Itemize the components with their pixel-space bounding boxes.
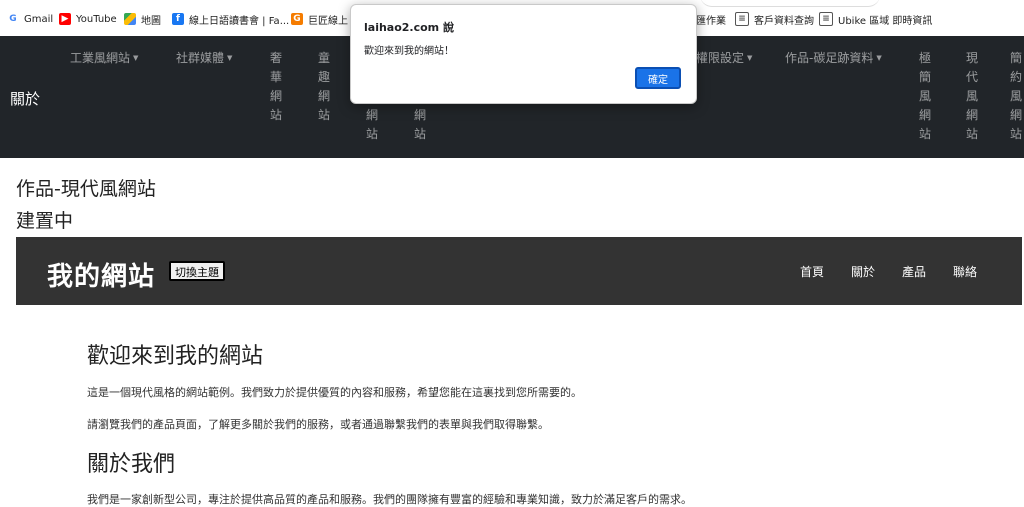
welcome-heading: 歡迎來到我的網站: [87, 344, 264, 369]
nav-char: 風: [1010, 89, 1023, 103]
nav-item-simple[interactable]: 簡 約 風 網 站: [1010, 49, 1024, 144]
bookmark-label: 線上日語讀書會 | Fa...: [189, 15, 290, 27]
site-nav-home[interactable]: 首頁: [800, 263, 824, 280]
nav-char: 童: [318, 51, 331, 65]
nav-char: 網: [966, 108, 979, 122]
bookmark-label: 客戶資料查詢: [754, 15, 814, 27]
nav-dropdown-permissions[interactable]: 權限設定 ▼: [696, 49, 752, 66]
nav-item-hidden-1[interactable]: 網 站: [366, 106, 380, 144]
bookmark-label: 匯作業: [696, 15, 726, 27]
nav-char: 站: [966, 127, 979, 141]
welcome-paragraph-1: 這是一個現代風格的網站範例。我們致力於提供優質的內容和服務，希望您能在這裏找到您…: [87, 386, 582, 399]
bookmark-label: Gmail: [24, 13, 54, 25]
nav-dropdown-social[interactable]: 社群媒體 ▼: [176, 49, 232, 66]
nav-dropdown-label: 社群媒體: [176, 51, 225, 65]
bookmark-label: 地圖: [141, 15, 161, 27]
bookmark-ubike[interactable]: ≡ Ubike 區域 即時資訊: [819, 10, 932, 28]
caret-down-icon: ▼: [876, 54, 882, 62]
nav-char: 站: [414, 127, 427, 141]
bookmark-label: 巨匠線上: [308, 15, 348, 27]
nav-item-minimal[interactable]: 極 簡 風 網 站: [919, 49, 933, 144]
dialog-message: 歡迎來到我的網站！: [364, 46, 454, 57]
nav-char: 網: [919, 108, 932, 122]
tab-strip-edge: [700, 0, 880, 7]
nav-item-hidden-2[interactable]: 網 站: [414, 106, 428, 144]
nav-dropdown-carbon[interactable]: 作品-碳足跡資料 ▼: [785, 49, 882, 66]
site-nav-products[interactable]: 產品: [902, 263, 926, 280]
bookmark-youtube[interactable]: ▶ YouTube: [59, 10, 117, 28]
nav-char: 現: [966, 51, 979, 65]
nav-char: 約: [1010, 70, 1023, 84]
youtube-icon: ▶: [59, 13, 71, 25]
bookmark-label: YouTube: [76, 13, 117, 25]
nav-item-luxury[interactable]: 奢 華 網 站: [270, 49, 284, 125]
bookmark-gmail[interactable]: G Gmail: [7, 10, 53, 28]
bookmark-orange-icon: G: [291, 13, 303, 25]
about-heading: 關於我們: [87, 452, 176, 477]
nav-dropdown-industrial[interactable]: 工業風網站 ▼: [70, 49, 138, 66]
caret-down-icon: ▼: [133, 54, 139, 62]
maps-icon: .: [124, 13, 136, 25]
bookmark-facebook-group[interactable]: f 線上日語讀書會 | Fa...: [172, 10, 289, 28]
bookmark-maps[interactable]: . 地圖: [124, 10, 161, 28]
nav-char: 網: [318, 89, 331, 103]
nav-item-playful[interactable]: 童 趣 網 站: [318, 49, 332, 125]
nav-char: 風: [966, 89, 979, 103]
nav-dropdown-label: 工業風網站: [70, 51, 131, 65]
bookmark-doc-icon: ≡: [819, 12, 833, 26]
nav-char: 站: [1010, 127, 1023, 141]
bookmark-doc-icon: ≡: [735, 12, 749, 26]
toggle-theme-button[interactable]: 切換主題: [169, 261, 225, 281]
ok-button[interactable]: 確定: [635, 67, 681, 89]
nav-item-modern[interactable]: 現 代 風 網 站: [966, 49, 980, 144]
site-nav-contact[interactable]: 聯絡: [953, 263, 977, 280]
dialog-title: laihao2.com 說: [364, 21, 454, 34]
site-logo: 我的網站: [47, 262, 156, 292]
nav-char: 奢: [270, 51, 283, 65]
bookmark-label: Ubike 區域 即時資訊: [838, 15, 933, 27]
alert-dialog: laihao2.com 說 歡迎來到我的網站！ 確定: [350, 4, 697, 104]
page-title: 作品-現代風網站: [16, 178, 156, 200]
nav-char: 趣: [318, 70, 331, 84]
site-nav-about[interactable]: 關於: [851, 263, 875, 280]
nav-char: 網: [1010, 108, 1023, 122]
nav-dropdown-label: 權限設定: [696, 51, 745, 65]
nav-char: 風: [919, 89, 932, 103]
nav-char: 簡: [1010, 51, 1023, 65]
bookmark-homework[interactable]: 匯作業: [696, 10, 726, 28]
nav-char: 站: [919, 127, 932, 141]
about-paragraph-1: 我們是一家創新型公司，專注於提供高品質的產品和服務。我們的團隊擁有豐富的經驗和專…: [87, 493, 692, 506]
welcome-paragraph-2: 請瀏覽我們的產品頁面，了解更多關於我們的服務，或者通過聯繫我們的表單與我們取得聯…: [87, 418, 549, 431]
caret-down-icon: ▼: [747, 54, 753, 62]
site-header: 我的網站 切換主題 首頁 關於 產品 聯絡: [16, 237, 1022, 305]
nav-dropdown-label: 作品-碳足跡資料: [785, 51, 874, 65]
nav-char: 極: [919, 51, 932, 65]
nav-char: 站: [318, 108, 331, 122]
nav-char: 網: [366, 108, 379, 122]
nav-char: 簡: [919, 70, 932, 84]
bookmark-customer-query[interactable]: ≡ 客戶資料查詢: [735, 10, 814, 28]
nav-char: 網: [414, 108, 427, 122]
caret-down-icon: ▼: [227, 54, 233, 62]
page-subtitle: 建置中: [16, 210, 74, 232]
navbar-brand[interactable]: 關於: [10, 88, 40, 109]
nav-char: 代: [966, 70, 979, 84]
nav-char: 站: [366, 127, 379, 141]
bookmark-online-course[interactable]: G 巨匠線上: [291, 10, 348, 28]
facebook-icon: f: [172, 13, 184, 25]
nav-char: 站: [270, 108, 283, 122]
google-icon: G: [9, 14, 17, 24]
nav-char: 華: [270, 70, 283, 84]
nav-char: 網: [270, 89, 283, 103]
